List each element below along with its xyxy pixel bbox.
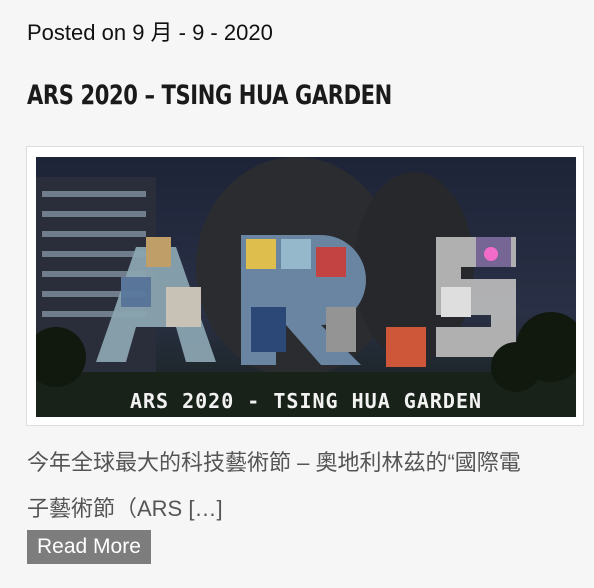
thumbnail-artwork — [36, 157, 576, 417]
thumbnail-caption: ARS 2020 - TSING HUA GARDEN — [129, 389, 483, 413]
blog-post: Posted on 9 月 - 9 - 2020 ARS 2020 – TSIN… — [0, 0, 594, 588]
post-thumbnail[interactable]: ARS 2020 - TSING HUA GARDEN — [26, 146, 584, 426]
post-excerpt: 今年全球最大的科技藝術節 – 奧地利林茲的“國際電 子藝術節（ARS […] — [27, 440, 587, 532]
thumbnail-image[interactable]: ARS 2020 - TSING HUA GARDEN — [36, 157, 576, 417]
read-more-button[interactable]: Read More — [27, 530, 151, 564]
post-title[interactable]: ARS 2020 – TSING HUA GARDEN — [27, 80, 392, 111]
excerpt-line-2: 子藝術節（ARS […] — [27, 496, 223, 521]
post-date: Posted on 9 月 - 9 - 2020 — [27, 20, 273, 45]
excerpt-line-1: 今年全球最大的科技藝術節 – 奧地利林茲的“國際電 — [27, 450, 521, 475]
